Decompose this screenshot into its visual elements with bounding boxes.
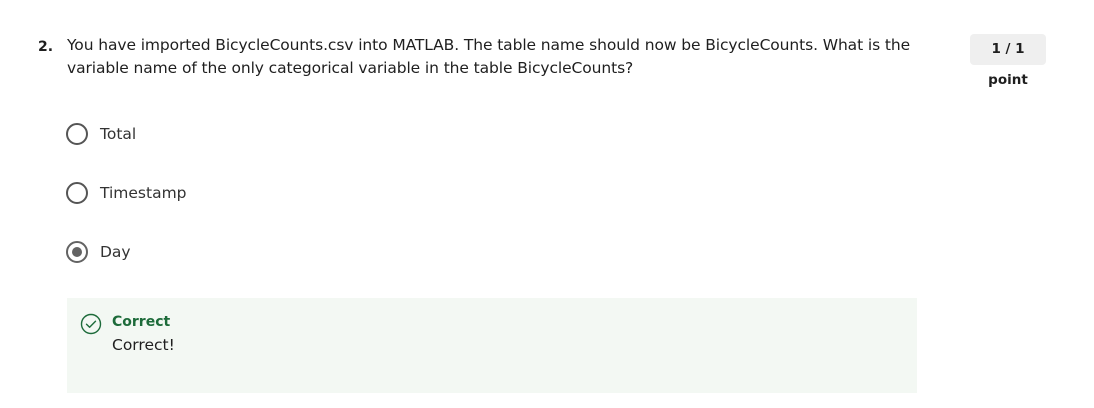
radio-button-selected[interactable]: [66, 241, 88, 263]
option-day[interactable]: Day: [66, 236, 131, 268]
option-label: Total: [100, 125, 137, 143]
radio-button[interactable]: [66, 182, 88, 204]
option-label: Day: [100, 243, 131, 261]
feedback-box: Correct Correct!: [67, 298, 917, 393]
points-badge: 1 / 1 point: [970, 34, 1046, 88]
question-text: You have imported BicycleCounts.csv into…: [67, 36, 911, 77]
radio-button[interactable]: [66, 123, 88, 145]
feedback-message: Correct!: [112, 336, 175, 354]
option-timestamp[interactable]: Timestamp: [66, 177, 187, 209]
feedback-status: Correct: [112, 314, 171, 330]
option-total[interactable]: Total: [66, 118, 136, 150]
option-label: Timestamp: [100, 184, 187, 202]
check-circle-icon: [80, 313, 102, 335]
question-number: 2.: [38, 39, 54, 55]
